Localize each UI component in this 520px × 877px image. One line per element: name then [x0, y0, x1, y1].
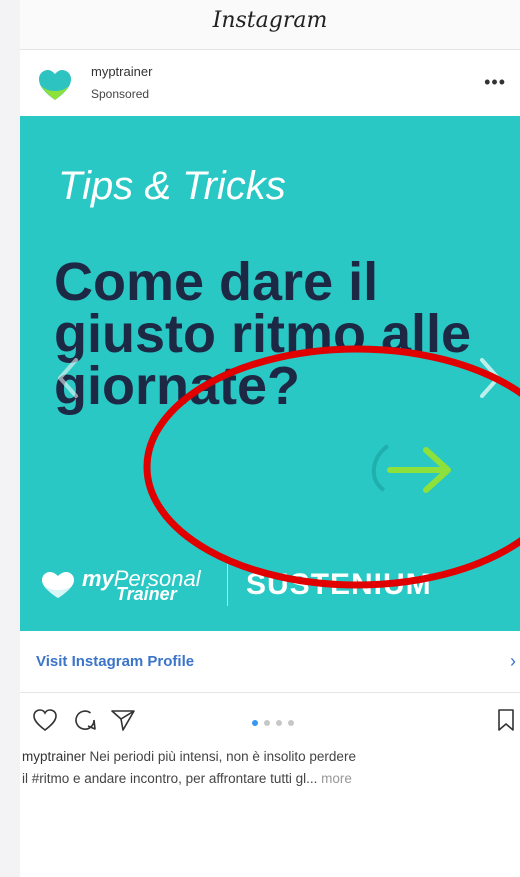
account-avatar-heart-icon[interactable] [36, 66, 74, 104]
bookmark-save-icon[interactable] [496, 708, 516, 732]
account-name[interactable]: myptrainer [91, 64, 152, 79]
brand-mypersonaltrainer: myPersonal Trainer [82, 566, 201, 604]
carousel-next-icon[interactable] [472, 354, 508, 402]
brand-sustenium: SUSTENIUM [246, 568, 432, 601]
brand-logos: myPersonal Trainer SUSTENIUM [40, 556, 460, 616]
like-heart-icon[interactable] [32, 708, 58, 732]
chevron-right-icon[interactable]: › [510, 651, 516, 672]
post-header: myptrainer Sponsored ••• [20, 52, 520, 116]
sponsored-label: Sponsored [91, 87, 150, 101]
share-send-icon[interactable] [110, 708, 136, 732]
brand-divider [227, 564, 228, 606]
comment-icon[interactable] [72, 708, 98, 732]
carousel-prev-icon[interactable] [50, 354, 86, 402]
app-logo-title: Instagram [212, 8, 328, 33]
visit-profile-label[interactable]: Visit Instagram Profile [36, 653, 194, 670]
carousel-dot [288, 720, 294, 726]
carousel-indicator [252, 720, 312, 728]
instagram-post-preview: Instagram myptrainer Sponsored ••• Tips … [20, 0, 520, 877]
caption-username[interactable]: myptrainer [22, 749, 86, 764]
app-header: Instagram [20, 0, 520, 50]
screen: Instagram myptrainer Sponsored ••• Tips … [0, 0, 520, 877]
more-options-icon[interactable]: ••• [484, 72, 506, 93]
caption-more-link[interactable]: more [321, 771, 352, 786]
carousel-dot [276, 720, 282, 726]
ad-creative-image[interactable]: Tips & Tricks Come dare il giusto ritmo … [20, 116, 520, 631]
carousel-dot [264, 720, 270, 726]
carousel-dot-active [252, 720, 258, 726]
caption-line-1: myptrainer Nei periodi più intensi, non … [22, 749, 356, 764]
caption-line-2: il #ritmo e andare incontro, per affront… [22, 771, 352, 786]
post-caption: myptrainer Nei periodi più intensi, non … [22, 746, 518, 790]
mypersonaltrainer-heart-icon [42, 572, 74, 598]
green-arrow-icon [372, 444, 451, 493]
creative-tips-title: Tips & Tricks [58, 164, 286, 208]
creative-headline: Come dare il giusto ritmo alle giornate? [54, 252, 472, 416]
visit-profile-cta[interactable]: Visit Instagram Profile › [20, 631, 520, 693]
post-actions [20, 694, 520, 746]
